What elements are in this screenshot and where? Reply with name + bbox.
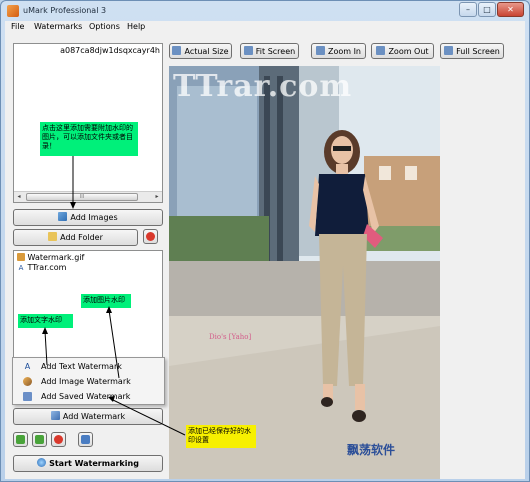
arrow-head-icon (70, 202, 76, 209)
arrow-line-icon (108, 309, 120, 379)
arrow-line-icon (110, 398, 186, 436)
arrow-head-icon (108, 396, 115, 402)
arrow-line-icon (44, 330, 48, 366)
app-window: uMark Professional 3 – □ ✕ File Watermar… (0, 0, 530, 482)
arrow-head-icon (106, 306, 112, 313)
arrow-head-icon (42, 327, 48, 334)
annotation-arrows (42, 156, 186, 436)
